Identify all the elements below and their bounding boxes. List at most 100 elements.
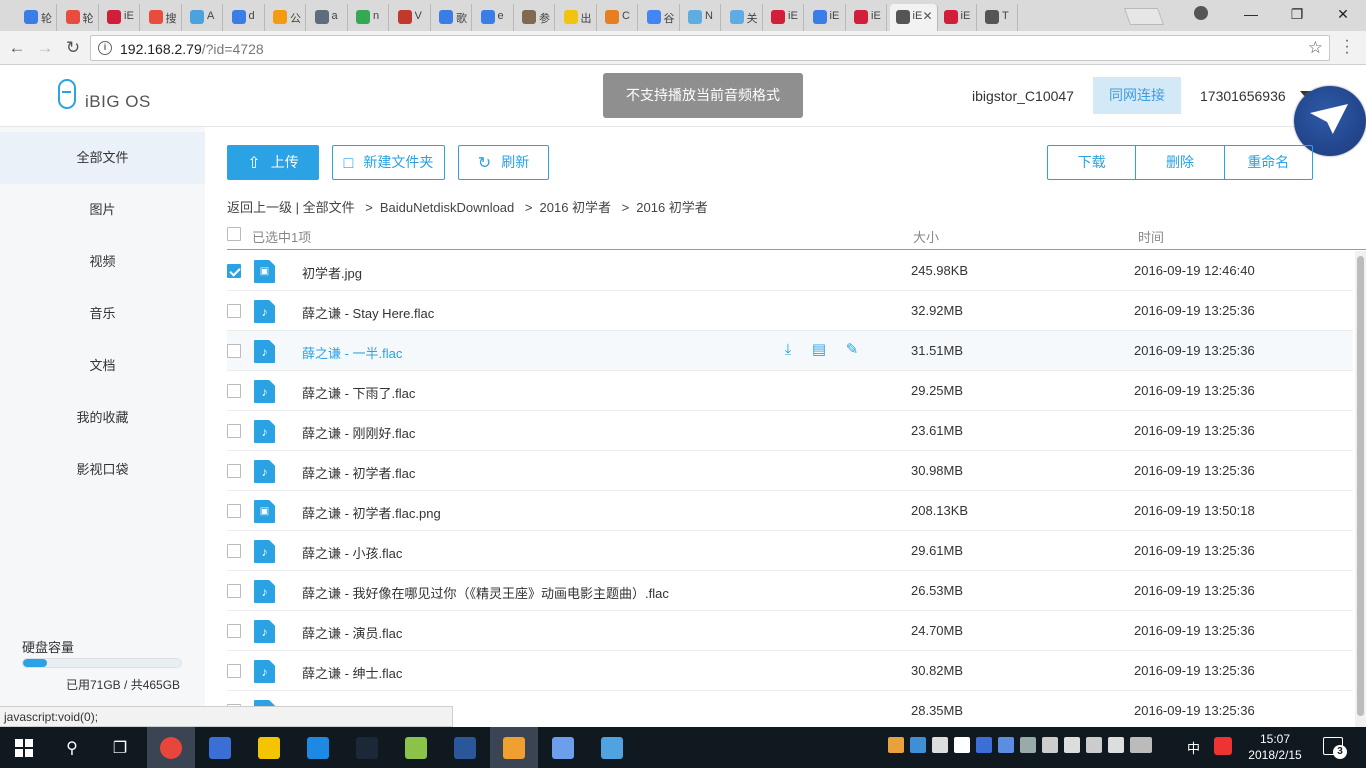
browser-tab[interactable]: iE — [848, 4, 887, 31]
row-checkbox[interactable] — [227, 664, 241, 678]
address-bar[interactable]: i 192.168.2.79/?id=4728 ☆ — [90, 35, 1330, 61]
sidebar-item[interactable]: 音乐 — [0, 288, 205, 340]
file-name[interactable]: 薛之谦 - 下雨了.flac — [302, 383, 415, 402]
delete-button[interactable]: 删除 — [1136, 146, 1225, 179]
file-row[interactable]: ♪ 薛之谦 - 下雨了.flac 29.25MB 2016-09-19 13:25:3… — [227, 371, 1353, 411]
file-row[interactable]: ♪ 薛之谦 - 一半.flac ⤓ ▤ ✎ 31.51MB 2016-09-19 13:25… — [227, 331, 1353, 371]
battery-icon[interactable] — [1064, 737, 1080, 753]
file-row[interactable]: ♪ 薛之谦 - 刚刚好.flac 23.61MB 2016-09-19 13:25:3… — [227, 411, 1353, 451]
upload-button[interactable]: ⇧ 上传 — [227, 145, 319, 180]
file-row[interactable]: ▣ 薛之谦 - 初学者.flac.png 208.13KB 2016-09-19 13… — [227, 491, 1353, 531]
row-checkbox[interactable] — [227, 264, 241, 278]
row-checkbox[interactable] — [227, 584, 241, 598]
sidebar-item[interactable]: 文档 — [0, 340, 205, 392]
browser-tab[interactable]: 轮 — [18, 4, 57, 31]
sidebar-item[interactable]: 影视口袋 — [0, 444, 205, 496]
browser-tab[interactable]: N — [682, 4, 721, 31]
file-row[interactable]: ♪ 薛之谦 - 小孩.flac 29.61MB 2016-09-19 13:25:36 — [227, 531, 1353, 571]
bluetooth-icon[interactable] — [1020, 737, 1036, 753]
file-name[interactable]: 初学者.jpg — [302, 263, 362, 282]
file-name[interactable]: 薛之谦 - 我好像在哪见过你（《精灵王座》动画电影主题曲）.flac — [302, 583, 669, 602]
profile-icon[interactable] — [1194, 6, 1208, 20]
breadcrumb-item[interactable]: 2016 初学者 — [540, 200, 612, 215]
feiq-tray-icon[interactable] — [976, 737, 992, 753]
browser-tab[interactable]: 参 — [516, 4, 555, 31]
forward-arrow-icon[interactable]: → — [34, 37, 56, 59]
browser-tab[interactable]: iE — [101, 4, 140, 31]
breadcrumb-root-link[interactable]: 全部文件 — [303, 200, 355, 215]
browser-tab[interactable]: 公 — [267, 4, 306, 31]
file-row[interactable]: ♪ 薛之谦 - 演员.flac 24.70MB 2016-09-19 13:25:36 — [227, 611, 1353, 651]
close-window-icon[interactable]: ✕ — [1320, 0, 1366, 28]
row-delete-icon[interactable]: ▤ — [809, 340, 829, 360]
browser-tab[interactable]: a — [309, 4, 348, 31]
taskbar-app-flower[interactable] — [392, 727, 440, 768]
file-row[interactable]: ▣ 初学者.jpg 245.98KB 2016-09-19 12:46:40 — [227, 251, 1353, 291]
volume-icon[interactable] — [1108, 737, 1124, 753]
file-row[interactable]: ♪ 薛之谦 - 我好像在哪见过你（《精灵王座》动画电影主题曲）.flac 26.53… — [227, 571, 1353, 611]
browser-tab[interactable]: T — [979, 4, 1018, 31]
lan-connect-button[interactable]: 同网连接 — [1093, 77, 1181, 114]
new-folder-button[interactable]: □ 新建文件夹 — [332, 145, 445, 180]
tab-close-icon[interactable]: ✕ — [922, 9, 932, 23]
time-column-header[interactable]: 时间 — [1138, 227, 1164, 246]
taskbar-app-word[interactable] — [441, 727, 489, 768]
browser-tab[interactable]: 关 — [724, 4, 763, 31]
reload-icon[interactable]: ↻ — [62, 37, 84, 59]
task-view-icon[interactable]: ❐ — [96, 727, 144, 768]
back-up-link[interactable]: 返回上一级 — [227, 200, 292, 215]
refresh-button[interactable]: ↻ 刷新 — [458, 145, 549, 180]
start-button[interactable] — [0, 727, 48, 768]
file-name[interactable]: 薛之谦 - 初学者.flac.png — [302, 503, 441, 522]
taskbar-app-explorer[interactable] — [245, 727, 293, 768]
taskbar-app-control[interactable] — [588, 727, 636, 768]
sidebar-item[interactable]: 我的收藏 — [0, 392, 205, 444]
row-checkbox[interactable] — [227, 344, 241, 358]
browser-menu-icon[interactable]: · · · — [1342, 33, 1352, 61]
row-checkbox[interactable] — [227, 504, 241, 518]
download-button[interactable]: 下载 — [1048, 146, 1137, 179]
tray-app-icon[interactable] — [888, 737, 904, 753]
keyboard-icon[interactable] — [1130, 737, 1152, 753]
select-all-checkbox[interactable] — [227, 227, 241, 241]
bookmark-star-icon[interactable]: ☆ — [1308, 38, 1323, 58]
sidebar-item[interactable]: 视频 — [0, 236, 205, 288]
file-name[interactable]: 薛之谦 - Stay Here.flac — [302, 303, 434, 322]
taskbar-app-photos[interactable] — [539, 727, 587, 768]
shield-icon[interactable] — [954, 737, 970, 753]
row-checkbox[interactable] — [227, 304, 241, 318]
row-checkbox[interactable] — [227, 624, 241, 638]
browser-tab[interactable]: V — [392, 4, 431, 31]
file-row[interactable]: ♪ 薛之谦 - 初学者.flac 30.98MB 2016-09-19 13:25:3… — [227, 451, 1353, 491]
usb-icon[interactable] — [1042, 737, 1058, 753]
browser-tab[interactable]: iE — [807, 4, 846, 31]
row-checkbox[interactable] — [227, 424, 241, 438]
taskbar-app-app-blue[interactable] — [294, 727, 342, 768]
browser-tab[interactable]: iE — [765, 4, 804, 31]
account-number[interactable]: 17301656936 — [1200, 88, 1286, 104]
browser-tab[interactable]: A — [184, 4, 223, 31]
row-rename-icon[interactable]: ✎ — [842, 340, 862, 360]
browser-tab[interactable]: iE — [938, 4, 977, 31]
onedrive-icon[interactable] — [932, 737, 948, 753]
tray-app-icon[interactable] — [910, 737, 926, 753]
site-info-icon[interactable]: i — [98, 41, 112, 55]
file-row[interactable]: ♪ 薛之谦 - Stay Here.flac 32.92MB 2016-09-19 1… — [227, 291, 1353, 331]
row-checkbox[interactable] — [227, 384, 241, 398]
browser-tab[interactable]: iE ✕ — [889, 4, 938, 31]
search-icon[interactable]: ⚲ — [48, 727, 96, 768]
ime-indicator[interactable]: 中 — [1187, 738, 1200, 757]
browser-tab[interactable]: 搜 — [143, 4, 182, 31]
browser-tab[interactable]: 轮 — [60, 4, 99, 31]
row-download-icon[interactable]: ⤓ — [778, 340, 798, 360]
wifi-icon[interactable] — [1086, 737, 1102, 753]
file-name[interactable]: 薛之谦 - 初学者.flac — [302, 463, 415, 482]
back-arrow-icon[interactable]: ← — [6, 37, 28, 59]
row-checkbox[interactable] — [227, 464, 241, 478]
file-name[interactable]: 薛之谦 - 演员.flac — [302, 623, 402, 642]
feiq-tray-icon[interactable] — [998, 737, 1014, 753]
taskbar-app-chrome[interactable] — [147, 727, 195, 768]
sidebar-item[interactable]: 图片 — [0, 184, 205, 236]
vertical-scrollbar[interactable] — [1355, 251, 1366, 727]
clock[interactable]: 15:07 2018/2/15 — [1245, 731, 1305, 763]
